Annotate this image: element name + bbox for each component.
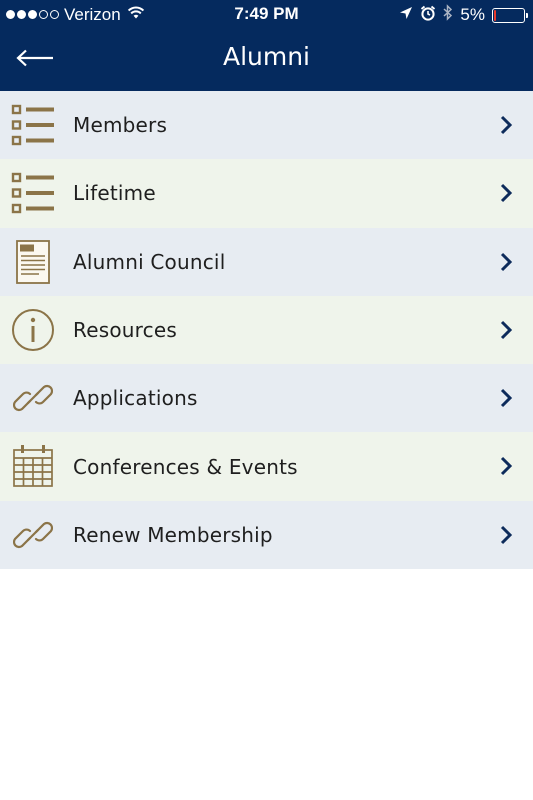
- link-icon: [10, 511, 56, 559]
- status-bar: Verizon 7:49 PM 5%: [0, 0, 533, 30]
- menu-item-label: Lifetime: [73, 181, 156, 206]
- menu-item-label: Alumni Council: [73, 249, 226, 274]
- navigation-bar: Alumni: [0, 30, 533, 91]
- back-button[interactable]: [16, 40, 64, 80]
- page-title: Alumni: [222, 42, 311, 71]
- app-header: Verizon 7:49 PM 5% Alumni: [0, 0, 533, 91]
- menu-item-conferences-events[interactable]: Conferences & Events: [0, 432, 533, 501]
- battery-percent: 5%: [460, 5, 485, 24]
- link-icon: [10, 374, 56, 422]
- alarm-icon: [420, 5, 436, 26]
- menu-item-resources[interactable]: Resources: [0, 295, 533, 365]
- chevron-right-icon: [499, 388, 513, 408]
- battery-icon: [492, 7, 528, 23]
- menu-item-lifetime[interactable]: Lifetime: [0, 159, 533, 228]
- menu-item-applications[interactable]: Applications: [0, 364, 533, 433]
- bluetooth-icon: [443, 4, 453, 26]
- back-arrow-icon: [16, 49, 54, 71]
- chevron-right-icon: [499, 456, 513, 476]
- menu-item-members[interactable]: Members: [0, 91, 533, 160]
- pdf-document-icon: [10, 238, 56, 286]
- menu-item-label: Renew Membership: [73, 522, 273, 547]
- chevron-right-icon: [499, 252, 513, 272]
- chevron-right-icon: [499, 525, 513, 545]
- menu-item-label: Conferences & Events: [73, 454, 298, 479]
- menu-item-alumni-council[interactable]: Alumni Council: [0, 227, 533, 296]
- menu-item-label: Applications: [73, 386, 198, 411]
- info-icon: [10, 306, 56, 354]
- location-arrow-icon: [399, 5, 413, 25]
- chevron-right-icon: [499, 115, 513, 135]
- battery-level-fill: [494, 9, 496, 21]
- menu-item-renew-membership[interactable]: Renew Membership: [0, 500, 533, 570]
- menu-item-label: Resources: [73, 318, 177, 343]
- menu-item-label: Members: [73, 113, 168, 138]
- alumni-menu-list: Members Lifetime Alumni Council Resource…: [0, 91, 533, 570]
- chevron-right-icon: [499, 320, 513, 340]
- status-right: 5%: [399, 4, 528, 26]
- chevron-right-icon: [499, 183, 513, 203]
- list-icon: [10, 101, 56, 149]
- calendar-icon: [10, 442, 56, 490]
- list-icon: [10, 169, 56, 217]
